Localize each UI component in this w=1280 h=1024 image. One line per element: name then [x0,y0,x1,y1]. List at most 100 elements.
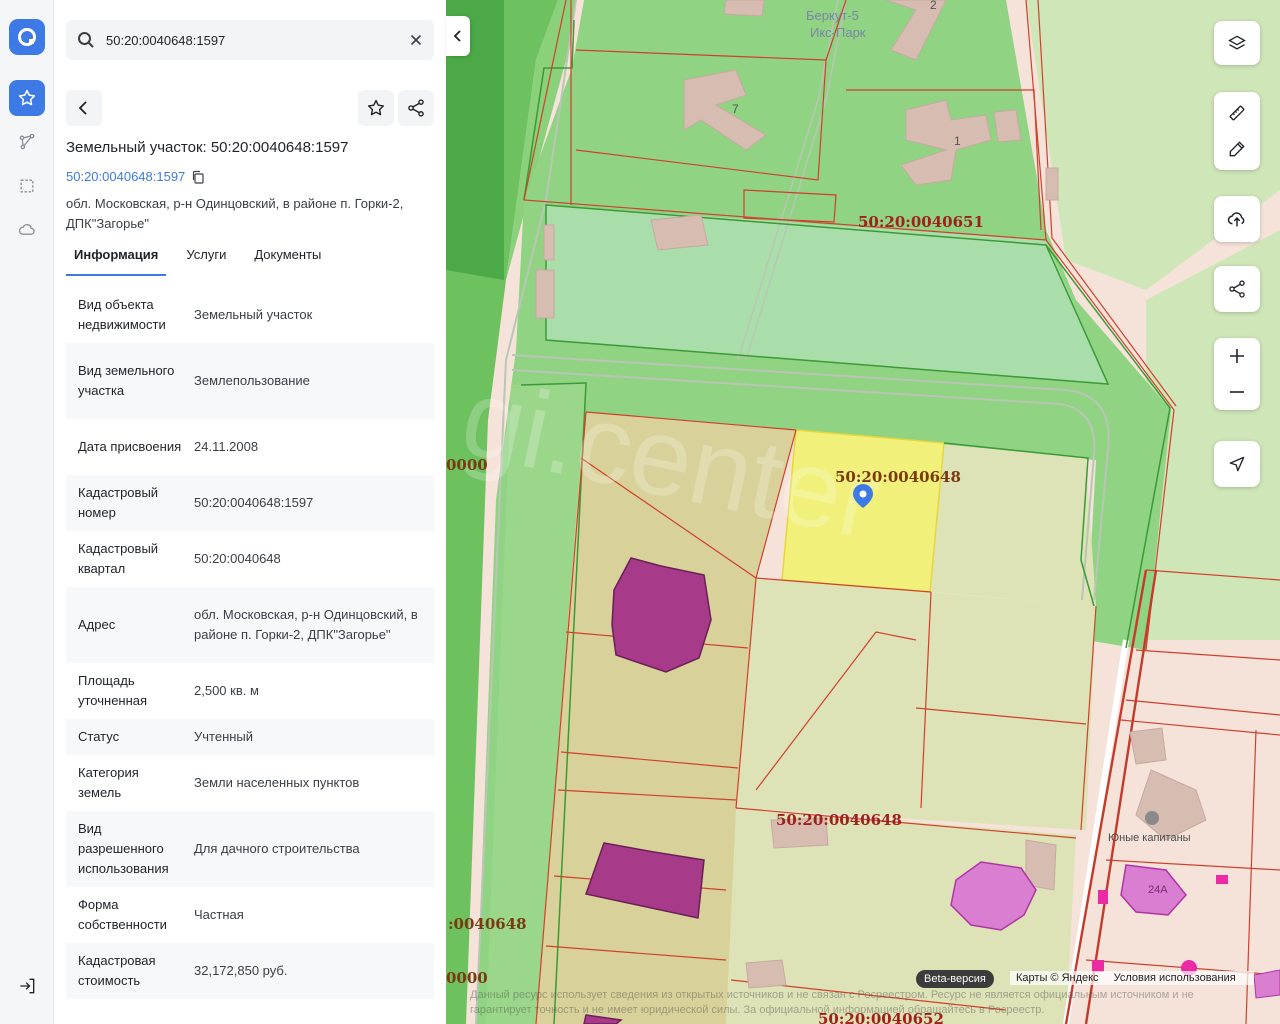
share-icon [408,99,424,117]
disclaimer-text: Данный ресурс использует сведения из отк… [470,989,1194,1016]
house-number: 2 [930,0,937,12]
layers-icon [1228,35,1246,50]
building [611,557,712,673]
logout-icon[interactable] [9,968,45,1004]
row-key: Дата присвоения [78,439,182,454]
row-value: 50:20:0040648 [194,551,281,566]
back-icon [78,101,87,115]
table-row: Кадастровый номер 50:20:0040648:1597 [66,475,434,531]
navigation-icon [1229,456,1245,472]
beta-badge: Beta-версия [916,970,994,988]
row-key: Вид объекта недвижимости [78,297,166,332]
row-key: Категория земель [78,765,139,800]
row-value: 2,500 кв. м [194,683,259,698]
table-row: Кадастровый квартал 50:20:0040648 [66,531,434,587]
map-label: 50:20:0040651 [858,213,984,231]
map-label: Юные капитаны [1108,832,1191,844]
geolocate-button[interactable] [1214,441,1260,487]
poi-icon[interactable] [1145,811,1159,825]
info-table: Вид объекта недвижимости Земельный участо… [66,287,434,999]
app-rail [0,0,54,1024]
table-row: Статус Учтенный [66,719,434,755]
row-key: Вид земельного участка [78,363,175,398]
row-value: Землепользование [194,373,310,388]
map-label: :0040648 [448,915,527,933]
table-row: Кадастровая стоимость 32,172,850 руб. [66,943,434,999]
map-view[interactable]: gi.center 50:20:0040651 50:20:0040648 50… [446,0,1280,1024]
row-value: Земли населенных пунктов [194,775,360,790]
map-label: 0000 [446,969,488,987]
page-title: Земельный участок: 50:20:0040648:1597 [66,139,349,156]
row-value: обл. Московская, р-н Одинцовский, в райо… [194,607,418,642]
house-number: 1 [954,134,961,148]
edit-button[interactable] [1214,131,1260,167]
table-row: Дата присвоения 24.11.2008 [66,419,434,475]
map-label: 50:20:0040648 [776,811,902,829]
search-box [66,20,434,60]
row-key: Статус [78,729,120,744]
cloud-icon[interactable] [9,212,45,248]
map-canvas[interactable]: gi.center 50:20:0040651 50:20:0040648 50… [446,0,1280,1024]
plus-icon [1230,349,1244,363]
back-button[interactable] [66,90,102,126]
favorite-button[interactable] [358,90,394,126]
upload-control [1214,196,1260,242]
zoom-in-button[interactable] [1214,338,1260,374]
zoom-control [1214,338,1260,410]
minus-icon [1230,391,1244,393]
search-input[interactable] [106,20,396,60]
cad-number-link[interactable]: 50:20:0040648:1597 [66,169,205,184]
share-icon [1229,280,1245,298]
row-key: Адрес [78,617,116,632]
map-label: 0000 [446,456,488,474]
row-key: Форма собственности [78,897,167,932]
ruler-button[interactable] [1214,95,1260,131]
table-row: Площадь уточненная 2,500 кв. м [66,663,434,719]
share-map-control [1214,266,1260,312]
house-number: 7 [732,102,739,116]
map-label: 50:20:0040648 [835,468,961,486]
chevron-left-icon [453,30,461,42]
map-label: Икс-Парк [810,25,866,40]
row-key: Кадастровый номер [78,485,159,520]
upload-button[interactable] [1214,196,1260,242]
select-area-icon[interactable] [9,168,45,204]
house-number: 24А [1148,884,1168,896]
tools-control [1214,92,1260,170]
search-icon [76,30,96,50]
layers-control [1214,21,1260,65]
row-value: 24.11.2008 [194,439,259,454]
zoom-out-button[interactable] [1214,374,1260,410]
row-key: Кадастровая стоимость [78,953,156,988]
info-panel: Земельный участок: 50:20:0040648:1597 50… [54,0,446,1024]
row-key: Вид разрешенного использования [78,821,169,876]
table-row: Адрес обл. Московская, р-н Одинцовский, в… [66,587,434,663]
favorites-icon[interactable] [9,80,45,116]
row-value: Учтенный [194,729,254,744]
route-icon[interactable] [9,124,45,160]
tab-info[interactable]: Информация [66,238,167,276]
attribution-links: Карты © Яндекс Условия использования [1010,971,1254,985]
cad-number-text[interactable]: 50:20:0040648:1597 [66,169,185,184]
terms-link[interactable]: Условия использования [1114,972,1236,984]
cloud-upload-icon [1227,212,1245,227]
tab-documents[interactable]: Документы [246,238,329,276]
row-value: 50:20:0040648:1597 [194,495,314,510]
collapse-panel-button[interactable] [446,16,470,56]
geolocate-control [1214,441,1260,487]
map-label: Беркут-5 [806,8,859,23]
share-button[interactable] [398,90,434,126]
table-row: Вид земельного участка Землепользование [66,343,434,419]
share-map-button[interactable] [1214,266,1260,312]
logo-icon[interactable] [9,19,45,55]
yandex-maps-link[interactable]: Карты © Яндекс [1016,972,1099,984]
clear-icon[interactable] [406,30,426,50]
layers-button[interactable] [1214,21,1260,65]
row-value: Для дачного строительства [194,841,360,856]
tabs: Информация Услуги Документы [66,238,341,276]
star-icon [367,99,385,116]
tab-services[interactable]: Услуги [178,238,234,276]
row-value: 32,172,850 руб. [194,963,288,978]
copy-icon[interactable] [191,170,205,184]
table-row: Вид разрешенного использования Для дачног… [66,811,434,887]
